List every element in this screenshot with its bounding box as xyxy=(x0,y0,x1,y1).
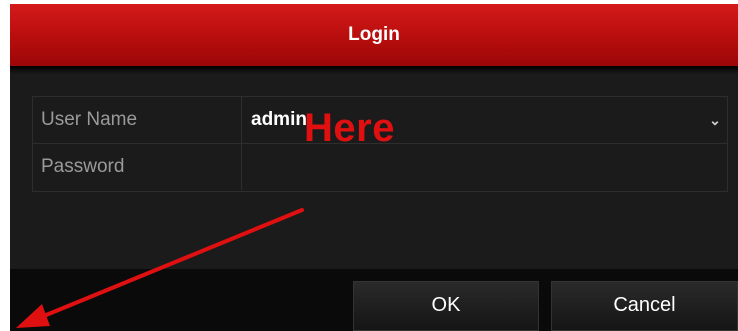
dialog-title: Login xyxy=(348,24,400,45)
dialog-body: User Name admin ⌄ Password xyxy=(10,74,738,269)
dialog-titlebar: Login xyxy=(10,4,738,66)
dialog-footer: OK Cancel xyxy=(10,269,738,331)
login-dialog: Login User Name admin ⌄ Password OK Canc… xyxy=(10,4,738,331)
chevron-down-icon[interactable]: ⌄ xyxy=(707,97,723,143)
password-label: Password xyxy=(33,144,242,190)
screenshot: Login User Name admin ⌄ Password OK Canc… xyxy=(0,0,738,331)
username-label: User Name xyxy=(33,97,242,143)
ok-button[interactable]: OK xyxy=(353,281,539,331)
username-value: admin xyxy=(251,109,307,130)
titlebar-divider xyxy=(10,66,738,74)
cancel-button[interactable]: Cancel xyxy=(551,281,738,331)
annotation-here-text: Here xyxy=(304,106,395,150)
